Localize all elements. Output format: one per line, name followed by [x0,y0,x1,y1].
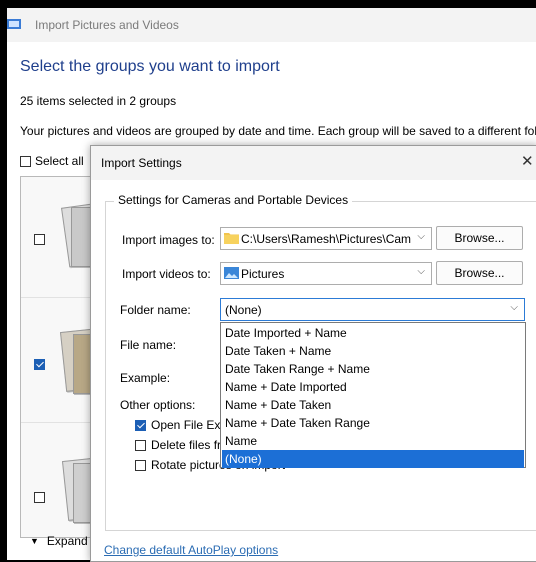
folder-name-dropdown[interactable]: (None) ⌵ [220,298,525,321]
change-autoplay-link[interactable]: Change default AutoPlay options [104,543,278,557]
dialog-title: Import Settings [101,156,182,170]
file-name-label: File name: [120,338,177,352]
chevron-down-icon: ⌵ [417,266,425,277]
folder-name-value: (None) [225,303,262,317]
chevron-down-icon: ⌵ [510,302,518,313]
folder-option[interactable]: Name [222,432,524,450]
other-options-label: Other options: [120,398,196,412]
expand-all-button[interactable]: ▼ Expand a [30,534,98,548]
folder-name-label: Folder name: [120,303,191,317]
group-checkbox[interactable] [34,234,45,245]
main-titlebar: Import Pictures and Videos [7,8,536,42]
folder-option[interactable]: Name + Date Taken Range [222,414,524,432]
dialog-titlebar: Import Settings ✕ [91,146,536,180]
folder-option[interactable]: Date Taken + Name [222,342,524,360]
groupbox-title: Settings for Cameras and Portable Device… [114,193,353,207]
select-all-checkbox[interactable]: Select all [20,154,84,168]
folder-option-selected[interactable]: (None) [222,450,524,468]
group-row[interactable] [21,427,111,537]
close-icon[interactable]: ✕ [521,152,536,172]
folder-name-options-list[interactable]: Date Imported + Name Date Taken + Name D… [220,322,526,468]
import-images-dropdown[interactable]: C:\Users\Ramesh\Pictures\Cam ⌵ [220,227,432,250]
select-all-label: Select all [35,154,84,168]
groups-description: Your pictures and videos are grouped by … [20,124,536,138]
delete-files-label: Delete files fro [151,438,228,452]
import-videos-dropdown[interactable]: Pictures ⌵ [220,262,432,285]
page-heading: Select the groups you want to import [20,58,280,75]
window-title: Import Pictures and Videos [35,18,179,32]
browse-videos-button[interactable]: Browse... [436,261,523,285]
open-file-explorer-option[interactable]: Open File Exp [135,418,227,432]
import-settings-dialog: Import Settings ✕ Settings for Cameras a… [90,145,536,562]
browse-images-button[interactable]: Browse... [436,226,523,250]
group-row[interactable] [21,177,109,298]
group-row[interactable] [21,302,111,423]
import-images-value: C:\Users\Ramesh\Pictures\Cam [241,232,411,246]
open-file-explorer-label: Open File Exp [151,418,228,432]
folder-option[interactable]: Name + Date Taken [222,396,524,414]
group-checkbox[interactable] [34,492,45,503]
import-videos-label: Import videos to: [122,267,211,281]
example-label: Example: [120,371,171,385]
import-images-label: Import images to: [122,233,215,247]
delete-files-option[interactable]: Delete files fro [135,438,228,452]
folder-option[interactable]: Date Imported + Name [222,324,524,342]
folder-option[interactable]: Name + Date Imported [222,378,524,396]
import-videos-value: Pictures [241,267,285,281]
folder-option[interactable]: Date Taken Range + Name [222,360,524,378]
pictures-icon [224,267,239,279]
select-all-box[interactable] [20,155,31,167]
rotate-pictures-checkbox[interactable] [135,459,146,471]
folder-icon [224,233,239,244]
chevron-down-icon: ▼ [30,536,39,546]
delete-files-checkbox[interactable] [135,439,146,451]
open-file-explorer-checkbox[interactable] [135,419,146,431]
app-icon [7,19,21,29]
items-selected-text: 25 items selected in 2 groups [20,94,177,108]
chevron-down-icon: ⌵ [417,231,425,242]
group-checkbox[interactable] [34,359,45,370]
